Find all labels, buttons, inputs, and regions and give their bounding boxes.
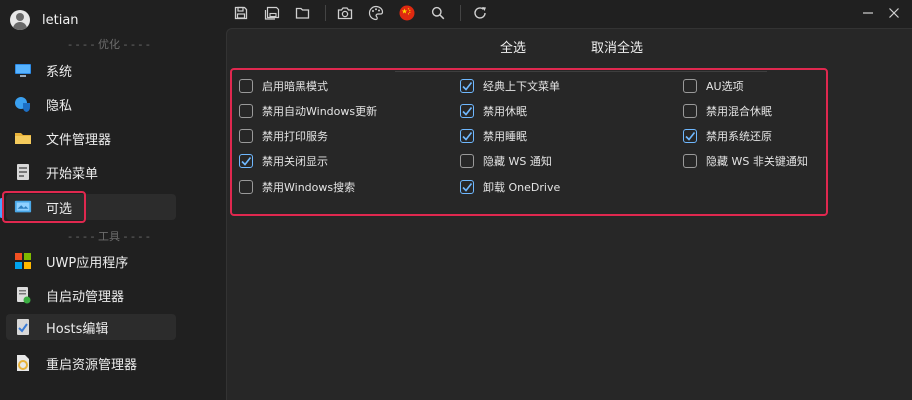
checkbox-unchecked[interactable] — [239, 129, 253, 143]
option-item[interactable]: 禁用自动Windows更新 — [239, 102, 377, 120]
option-label: 启用暗黑模式 — [262, 80, 328, 93]
start-menu-icon — [14, 163, 32, 181]
sidebar-item-uwp-apps[interactable]: UWP应用程序 — [6, 248, 176, 274]
checkbox-checked[interactable] — [460, 104, 474, 118]
minimize-icon[interactable] — [858, 3, 878, 23]
selection-indicator — [0, 198, 3, 218]
sidebar-item-start-menu[interactable]: 开始菜单 — [6, 159, 176, 185]
startup-icon — [14, 286, 32, 304]
checkbox-checked[interactable] — [460, 79, 474, 93]
sidebar-item-label: 可选 — [46, 201, 73, 217]
sidebar-item-label: 开始菜单 — [46, 166, 99, 182]
sidebar-item-label: 重启资源管理器 — [46, 357, 138, 373]
checkbox-unchecked[interactable] — [683, 154, 697, 168]
sidebar-item-label: 自启动管理器 — [46, 289, 125, 305]
save-all-icon[interactable] — [261, 2, 283, 24]
main-panel: 全选 取消全选 启用暗黑模式 禁用自动Windows更新 禁用打印服务 禁用关闭显示禁… — [226, 28, 912, 400]
option-label: 卸载 OneDrive — [483, 181, 561, 194]
option-label: 经典上下文菜单 — [483, 80, 560, 93]
sidebar-item-label: UWP应用程序 — [46, 255, 129, 271]
options-grid: 启用暗黑模式禁用自动Windows更新 禁用打印服务 禁用关闭显示禁用Windows… — [239, 77, 827, 217]
option-item[interactable]: 隐藏 WS 非关键通知 — [683, 152, 808, 170]
china-flag-icon[interactable] — [396, 2, 418, 24]
section-header-tools: - - - - 工具 - - - - — [68, 230, 150, 243]
option-label: 隐藏 WS 通知 — [483, 155, 552, 168]
checkbox-unchecked[interactable] — [683, 79, 697, 93]
checkbox-checked[interactable] — [683, 129, 697, 143]
sidebar-item-label: 系统 — [46, 64, 73, 80]
option-item[interactable]: 禁用混合休眠 — [683, 102, 772, 120]
tabs-divider — [395, 71, 767, 72]
checkbox-unchecked[interactable] — [239, 180, 253, 194]
option-label: 禁用关闭显示 — [262, 155, 328, 168]
sidebar-item-file-manager[interactable]: 文件管理器 — [6, 125, 176, 151]
toolbar-divider — [460, 5, 461, 21]
option-label: 禁用睡眠 — [483, 130, 527, 143]
sidebar-item-privacy[interactable]: 隐私 — [6, 91, 176, 117]
option-label: 禁用打印服务 — [262, 130, 328, 143]
checkbox-unchecked[interactable] — [239, 104, 253, 118]
option-item[interactable]: 启用暗黑模式 — [239, 77, 328, 95]
apps-grid-icon — [14, 252, 32, 270]
selection-tabs: 全选 取消全选 — [227, 37, 912, 72]
option-label: 禁用Windows搜索 — [262, 181, 356, 194]
optional-features-icon — [14, 198, 32, 216]
shield-icon — [14, 95, 32, 113]
checkbox-unchecked[interactable] — [683, 104, 697, 118]
option-item[interactable]: 禁用系统还原 — [683, 127, 772, 145]
option-item[interactable]: 隐藏 WS 通知 — [460, 152, 552, 170]
deselect-all-button[interactable]: 取消全选 — [591, 37, 643, 56]
sidebar-item-restart-explorer[interactable]: 重启资源管理器 — [6, 350, 176, 376]
select-all-button[interactable]: 全选 — [500, 37, 526, 56]
option-item[interactable]: 禁用睡眠 — [460, 127, 527, 145]
restart-explorer-icon — [14, 354, 32, 372]
hosts-icon — [14, 318, 32, 336]
option-item[interactable]: 禁用Windows搜索 — [239, 178, 355, 196]
option-label: AU选项 — [706, 80, 744, 93]
option-label: 禁用休眠 — [483, 105, 527, 118]
toolbar-divider — [325, 5, 326, 21]
checkbox-checked[interactable] — [239, 154, 253, 168]
sidebar-item-label: 隐私 — [46, 98, 73, 114]
palette-icon[interactable] — [365, 2, 387, 24]
sidebar-item-hosts-editor[interactable]: Hosts编辑 — [6, 314, 176, 340]
search-icon[interactable] — [427, 2, 449, 24]
toolbar — [226, 0, 912, 26]
folder-icon — [14, 129, 32, 147]
option-item[interactable]: 禁用关闭显示 — [239, 152, 328, 170]
option-label: 禁用混合休眠 — [706, 105, 772, 118]
sidebar-item-optional[interactable]: 可选 — [6, 194, 176, 220]
open-folder-icon[interactable] — [292, 2, 314, 24]
option-item[interactable]: 禁用休眠 — [460, 102, 527, 120]
camera-icon[interactable] — [334, 2, 356, 24]
option-label: 隐藏 WS 非关键通知 — [706, 155, 808, 168]
option-item[interactable]: 卸载 OneDrive — [460, 178, 560, 196]
username: letian — [42, 12, 79, 28]
checkbox-unchecked[interactable] — [460, 154, 474, 168]
option-item[interactable]: AU选项 — [683, 77, 744, 95]
section-header-optimize: - - - - 优化 - - - - — [68, 38, 150, 51]
option-label: 禁用系统还原 — [706, 130, 772, 143]
checkbox-unchecked[interactable] — [239, 79, 253, 93]
sidebar-item-system[interactable]: 系统 — [6, 57, 176, 83]
user-avatar-icon — [10, 10, 30, 30]
option-item[interactable]: 禁用打印服务 — [239, 127, 328, 145]
close-icon[interactable] — [884, 3, 904, 23]
refresh-icon[interactable] — [469, 2, 491, 24]
sidebar-item-label: Hosts编辑 — [46, 321, 109, 337]
checkbox-checked[interactable] — [460, 180, 474, 194]
sidebar-item-startup-manager[interactable]: 自启动管理器 — [6, 282, 176, 308]
checkbox-checked[interactable] — [460, 129, 474, 143]
sidebar: letian - - - - 优化 - - - - 系统 隐私 文件管理器 开始… — [0, 0, 226, 400]
save-icon[interactable] — [230, 2, 252, 24]
option-item[interactable]: 经典上下文菜单 — [460, 77, 560, 95]
monitor-icon — [14, 61, 32, 79]
user-profile[interactable]: letian — [10, 8, 79, 32]
option-label: 禁用自动Windows更新 — [262, 105, 378, 118]
sidebar-item-label: 文件管理器 — [46, 132, 112, 148]
